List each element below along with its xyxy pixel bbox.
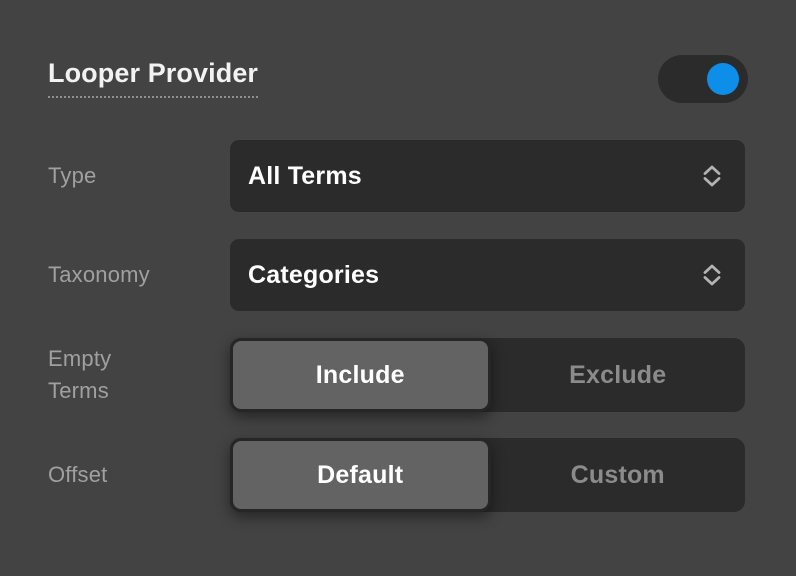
row-taxonomy: Taxonomy Categories xyxy=(48,239,745,311)
control-empty-terms: Include Exclude xyxy=(230,338,745,412)
toggle-knob xyxy=(707,63,739,95)
type-select-value: All Terms xyxy=(248,161,362,190)
looper-provider-enable-toggle[interactable] xyxy=(658,55,748,103)
segment-include[interactable]: Include xyxy=(230,338,491,412)
empty-terms-segmented-control: Include Exclude xyxy=(230,338,745,412)
row-label-taxonomy: Taxonomy xyxy=(48,259,230,291)
row-label-line: Offset xyxy=(48,462,108,487)
type-select[interactable]: All Terms xyxy=(230,140,745,212)
panel-header: Looper Provider xyxy=(48,52,748,106)
control-taxonomy: Categories xyxy=(230,239,745,311)
segment-custom[interactable]: Custom xyxy=(491,438,746,512)
page-title: Looper Provider xyxy=(48,60,259,98)
segment-exclude[interactable]: Exclude xyxy=(491,338,746,412)
offset-segmented-control: Default Custom xyxy=(230,438,745,512)
chevron-up-down-icon xyxy=(703,165,721,187)
control-offset: Default Custom xyxy=(230,438,745,512)
row-label-line: Type xyxy=(48,163,97,188)
row-type: Type All Terms xyxy=(48,140,745,212)
row-label-line: Terms xyxy=(48,378,109,403)
row-label-empty-terms: Empty Terms xyxy=(48,343,230,407)
looper-provider-panel: Looper Provider Type All Terms Taxonomy xyxy=(0,0,796,576)
chevron-up-down-icon xyxy=(703,264,721,286)
row-offset: Offset Default Custom xyxy=(48,438,745,512)
row-label-line: Empty xyxy=(48,346,112,371)
control-type: All Terms xyxy=(230,140,745,212)
row-label-type: Type xyxy=(48,160,230,192)
row-label-offset: Offset xyxy=(48,459,230,491)
row-label-line: Taxonomy xyxy=(48,262,150,287)
segment-default[interactable]: Default xyxy=(230,438,491,512)
row-empty-terms: Empty Terms Include Exclude xyxy=(48,338,745,412)
taxonomy-select[interactable]: Categories xyxy=(230,239,745,311)
taxonomy-select-value: Categories xyxy=(248,260,380,289)
